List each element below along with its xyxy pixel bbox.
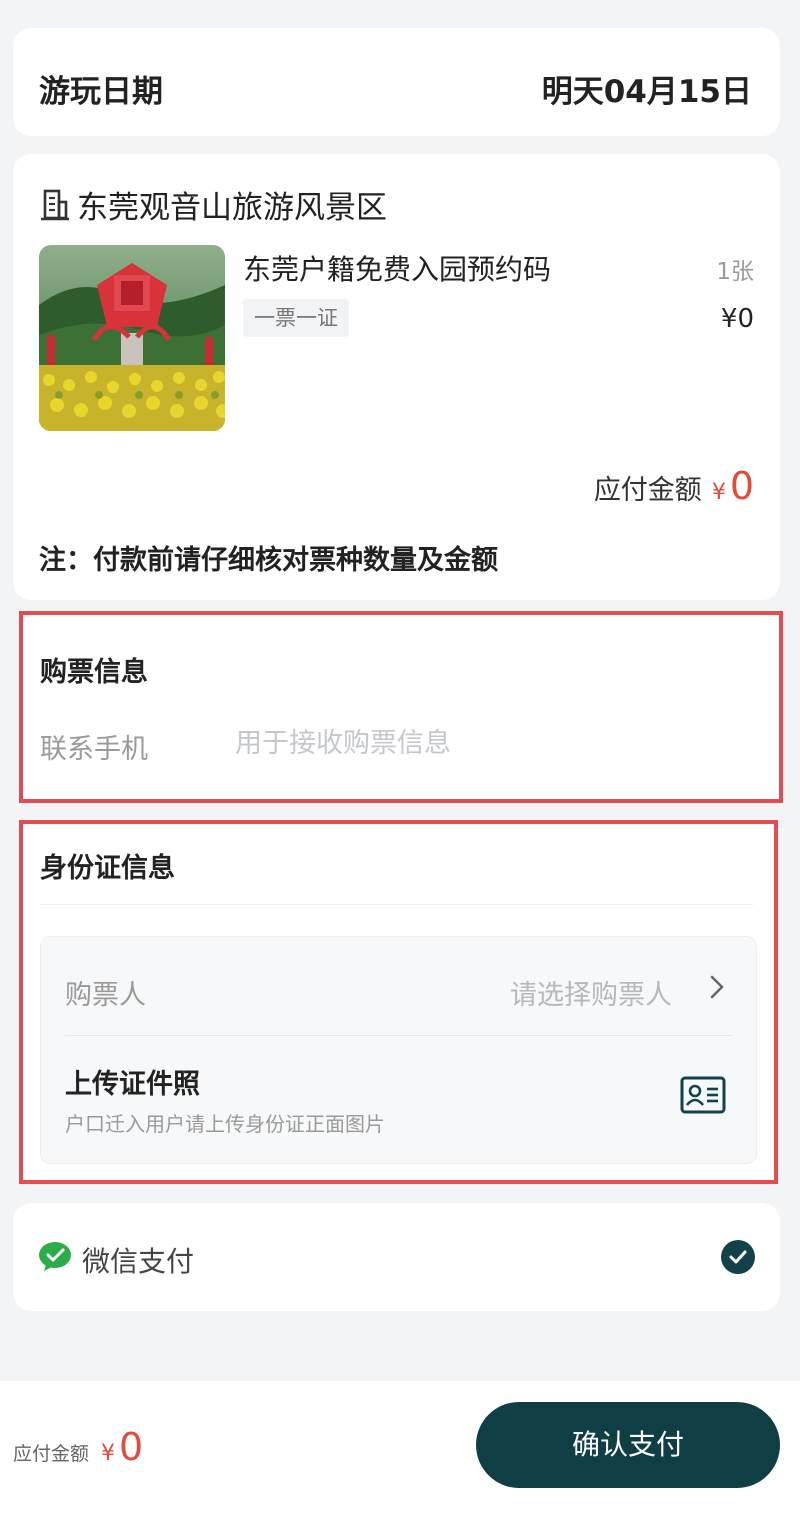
scenic-spot-name: 东莞观音山旅游风景区 [77,190,387,226]
confirm-payment-button[interactable]: 确认支付 [476,1402,780,1488]
id-info-panel: 购票人 请选择购票人 上传证件照 户口迁入用户请上传身份证正面图片 [40,936,757,1164]
amount-due-value: 0 [729,464,754,508]
bottom-bar: 应付金额 ¥ 0 确认支付 [0,1381,800,1537]
bottom-amount-label: 应付金额 [13,1443,90,1465]
bottom-amount-currency: ¥ [101,1441,116,1466]
upload-id-photo[interactable]: 上传证件照 户口迁入用户请上传身份证正面图片 [65,1036,732,1164]
ticket-info-section: 购票信息 联系手机 [19,611,783,803]
upload-id-title: 上传证件照 [65,1069,200,1100]
ticket-info-heading: 购票信息 [40,657,148,688]
visit-date-card: 游玩日期 明天04月15日 [13,28,780,136]
id-info-section: 身份证信息 购票人 请选择购票人 上传证件照 户口迁入用户请上传身份证正面图片 [19,820,778,1184]
scenic-spot-header: 东莞观音山旅游风景区 [39,182,387,227]
order-summary-card: 东莞观音山旅游风景区 东莞户籍免费入园预约码 1张 一票一证 ¥0 应付金额 ¥… [13,154,780,600]
product-title: 东莞户籍免费入园预约码 [243,253,552,286]
payment-method-label: 微信支付 [82,1245,195,1278]
buyer-label: 购票人 [65,980,146,1011]
bottom-amount-due: 应付金额 ¥ 0 [13,1425,143,1469]
id-card-icon[interactable] [680,1076,726,1114]
wechat-pay-icon [39,1242,71,1271]
id-info-heading: 身份证信息 [40,853,175,884]
visit-date-value: 明天04月15日 [541,74,752,110]
product-quantity: 1张 [716,259,754,285]
building-icon [41,189,69,220]
buyer-placeholder: 请选择购票人 [510,980,672,1011]
product-thumbnail [39,245,225,431]
check-circle-icon[interactable] [721,1240,755,1274]
chevron-right-icon [710,975,724,999]
amount-due-label: 应付金额 [593,475,702,506]
bottom-amount-value: 0 [119,1425,144,1469]
phone-label: 联系手机 [40,734,148,765]
amount-due-currency: ¥ [711,480,726,505]
payment-method-card[interactable]: 微信支付 [13,1203,780,1311]
buyer-selector[interactable]: 购票人 请选择购票人 [65,937,732,1035]
product-price: ¥0 [720,304,754,334]
visit-date-label: 游玩日期 [39,74,163,110]
amount-due: 应付金额 ¥ 0 [594,464,754,508]
upload-id-subtitle: 户口迁入用户请上传身份证正面图片 [65,1112,385,1136]
product-tag: 一票一证 [243,299,349,337]
phone-input[interactable] [235,719,715,767]
divider [40,904,753,905]
payment-note: 注：付款前请仔细核对票种数量及金额 [39,545,498,576]
